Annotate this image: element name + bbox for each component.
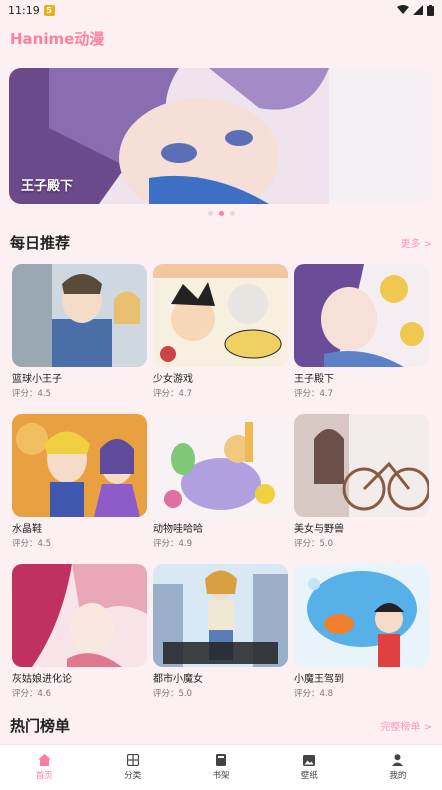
comic-cover xyxy=(294,414,429,517)
tab-label: 书架 xyxy=(212,771,230,781)
grid-icon xyxy=(126,754,139,766)
bottom-tab-bar: 首页 分类 书架 壁纸 我的 xyxy=(0,744,442,790)
comic-score: 评分：4.6 xyxy=(12,689,52,699)
tab-category[interactable]: 分类 xyxy=(88,745,176,790)
daily-section-title: 每日推荐 xyxy=(10,234,71,252)
comic-cover xyxy=(294,564,429,667)
carousel-dot[interactable] xyxy=(229,211,235,216)
comic-score: 评分：4.9 xyxy=(153,539,193,549)
comic-score: 评分：4.7 xyxy=(294,389,334,399)
comic-title: 动物哇哈哈 xyxy=(153,524,203,535)
status-time: 11:19 xyxy=(8,3,40,17)
comic-cover xyxy=(12,414,147,517)
tab-profile[interactable]: 我的 xyxy=(354,745,442,790)
comic-cover xyxy=(294,264,429,367)
comic-card[interactable]: 水晶鞋 评分：4.5 xyxy=(12,414,147,550)
comic-card[interactable]: 王子殿下 评分：4.7 xyxy=(294,264,429,400)
comic-cover xyxy=(153,264,288,367)
tab-label: 壁纸 xyxy=(300,770,318,781)
app-title: Hanime动漫 xyxy=(10,30,105,48)
comic-cover xyxy=(12,264,147,367)
battery-icon xyxy=(427,4,434,16)
carousel-dot[interactable] xyxy=(207,211,213,216)
comic-title: 篮球小王子 xyxy=(12,374,62,385)
comic-title: 少女游戏 xyxy=(153,374,193,385)
comic-title: 都市小魔女 xyxy=(153,674,203,685)
tab-bookshelf[interactable]: 书架 xyxy=(177,745,265,790)
tab-label: 分类 xyxy=(124,771,142,781)
user-icon xyxy=(392,754,404,766)
notification-badge: 5 xyxy=(43,4,55,16)
comic-score: 评分：5.0 xyxy=(294,539,334,549)
comic-cover xyxy=(12,564,147,667)
signal-icon xyxy=(413,5,423,15)
tab-label: 首页 xyxy=(35,771,53,781)
comic-title: 小魔王驾到 xyxy=(294,674,344,685)
tab-label: 我的 xyxy=(389,771,407,781)
status-bar: 11:19 5 xyxy=(0,0,442,20)
comic-title: 水晶鞋 xyxy=(12,524,42,535)
carousel-indicator xyxy=(0,211,442,216)
comic-score: 评分：4.8 xyxy=(294,689,334,699)
comic-card[interactable]: 动物哇哈哈 评分：4.9 xyxy=(153,414,288,550)
carousel-dot-active[interactable] xyxy=(218,211,224,216)
comic-card[interactable]: 篮球小王子 评分：4.5 xyxy=(12,264,147,400)
image-icon xyxy=(303,754,316,766)
book-icon xyxy=(216,754,227,766)
comic-title: 美女与野兽 xyxy=(294,524,344,535)
comic-card[interactable]: 灰姑娘进化论 评分：4.6 xyxy=(12,564,147,700)
daily-section-header: 每日推荐 更多 > xyxy=(10,232,432,253)
banner-caption: 王子殿下 xyxy=(21,179,74,194)
comic-title: 灰姑娘进化论 xyxy=(12,674,72,685)
banner-carousel[interactable]: 王子殿下 xyxy=(9,68,431,204)
comic-cover xyxy=(153,414,288,517)
comic-card[interactable]: 小魔王驾到 评分：4.8 xyxy=(294,564,429,700)
hot-full-list-link[interactable]: 完整榜单 > xyxy=(380,718,432,733)
comic-card[interactable]: 少女游戏 评分：4.7 xyxy=(153,264,288,400)
comic-score: 评分：4.5 xyxy=(12,389,52,399)
hot-section-title: 热门榜单 xyxy=(10,717,71,735)
comic-cover xyxy=(153,564,288,667)
comic-score: 评分：5.0 xyxy=(153,689,193,699)
comic-card[interactable]: 美女与野兽 评分：5.0 xyxy=(294,414,429,550)
wifi-icon xyxy=(397,5,409,14)
comic-score: 评分：4.7 xyxy=(153,389,193,399)
tab-wallpaper[interactable]: 壁纸 xyxy=(265,745,353,790)
tab-home[interactable]: 首页 xyxy=(0,745,88,790)
comic-score: 评分：4.5 xyxy=(12,539,52,549)
home-icon xyxy=(37,754,51,766)
hot-section-header: 热门榜单 完整榜单 > xyxy=(10,715,432,736)
daily-more-link[interactable]: 更多 > xyxy=(400,235,432,250)
comic-title: 王子殿下 xyxy=(294,374,334,385)
comic-card[interactable]: 都市小魔女 评分：5.0 xyxy=(153,564,288,700)
